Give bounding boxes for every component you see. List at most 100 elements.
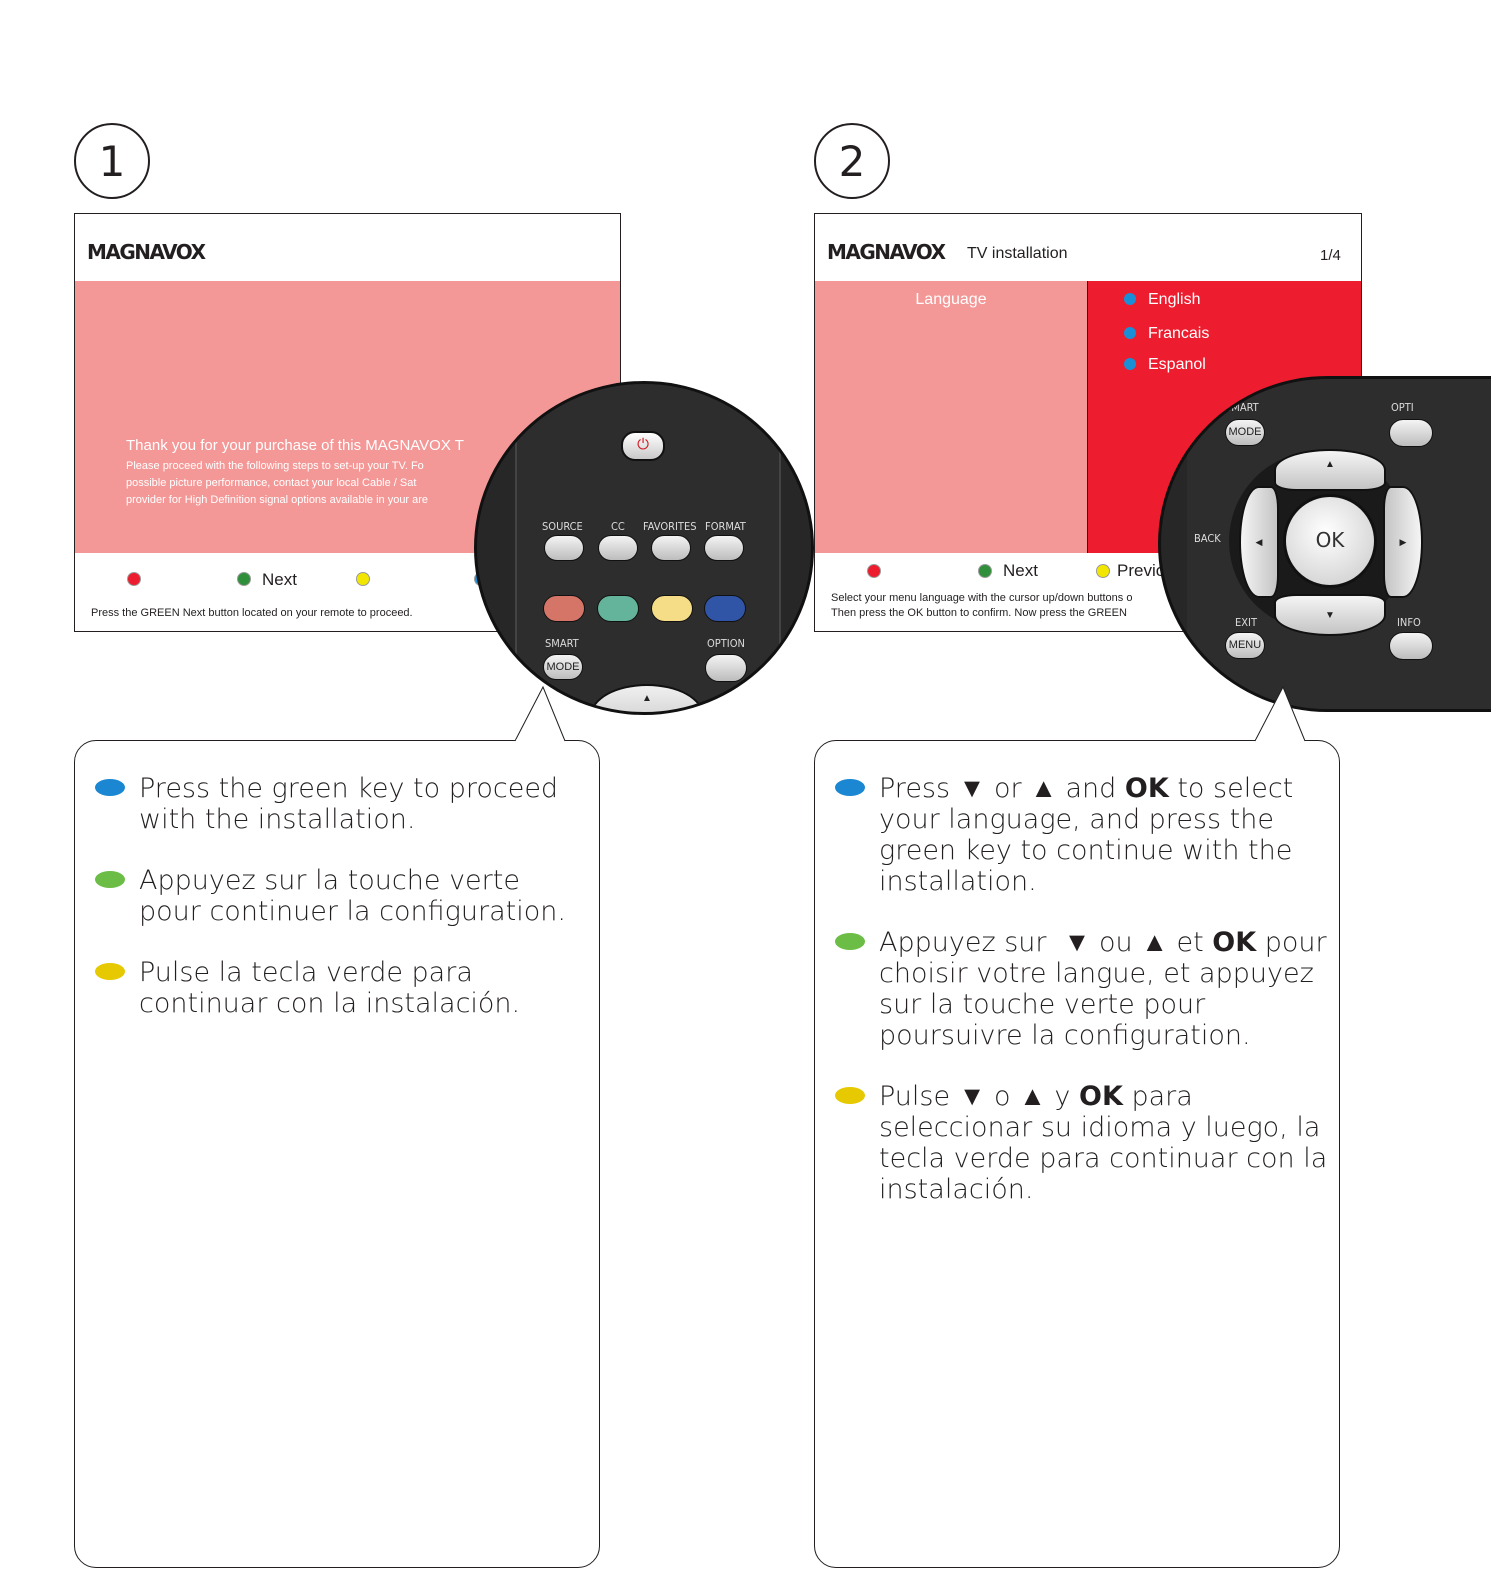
up-arrow-icon: ▲ bbox=[1141, 927, 1168, 958]
step-2-instructions-bubble: Press ▼ or ▲ and OK to select your langu… bbox=[814, 740, 1340, 1568]
step-2-hint: Select your menu language with the curso… bbox=[831, 591, 1132, 621]
text: or bbox=[985, 773, 1031, 804]
instruction-fr: Appuyez sur la touche verte pour continu… bbox=[75, 865, 585, 927]
instruction-en: Press ▼ or ▲ and OK to select your langu… bbox=[815, 773, 1339, 897]
instruction-es: Pulse ▼ o ▲ y OK para seleccionar su idi… bbox=[815, 1081, 1339, 1205]
instruction-text: Press the green key to proceed with the … bbox=[139, 773, 559, 835]
format-button[interactable] bbox=[704, 535, 744, 561]
format-label: FORMAT bbox=[705, 520, 746, 533]
option-espanol[interactable]: Espanol bbox=[1124, 356, 1206, 374]
power-button[interactable]: ⏻ bbox=[621, 431, 665, 461]
option-francais[interactable]: Francais bbox=[1124, 325, 1209, 343]
info-label: INFO bbox=[1397, 616, 1421, 629]
step-2-remote-zoom: SMART MODE OPTI BACK ▲ ▼ ◀ ▶ OK EXIT MEN… bbox=[1158, 376, 1491, 712]
next-label: Next bbox=[262, 570, 297, 589]
smart-mode-button[interactable]: MODE bbox=[543, 654, 583, 680]
welcome-title: Thank you for your purchase of this MAGN… bbox=[126, 437, 464, 454]
ok-key-label: OK bbox=[1212, 927, 1257, 958]
blue-button[interactable] bbox=[704, 595, 746, 622]
next-label: Next bbox=[1003, 561, 1038, 580]
option-label: Francais bbox=[1148, 325, 1210, 342]
instruction-text: Appuyez sur la touche verte pour continu… bbox=[139, 865, 566, 927]
source-button[interactable] bbox=[544, 535, 584, 561]
up-arrow-icon: ▲ bbox=[1019, 1081, 1046, 1112]
green-bullet-icon bbox=[95, 871, 125, 888]
text: o bbox=[985, 1081, 1020, 1112]
step-2-number: 2 bbox=[814, 123, 890, 199]
ok-button[interactable]: OK bbox=[1283, 494, 1377, 588]
magnavox-logo: MAGNAVOX bbox=[827, 240, 946, 264]
yellow-key-icon bbox=[1096, 564, 1110, 578]
info-button[interactable] bbox=[1389, 632, 1433, 660]
text: Pulse bbox=[879, 1081, 959, 1112]
cc-button[interactable] bbox=[598, 535, 638, 561]
green-bullet-icon bbox=[835, 933, 865, 950]
red-key-icon bbox=[127, 572, 141, 586]
text: et bbox=[1167, 927, 1213, 958]
green-key-icon bbox=[237, 572, 251, 586]
welcome-line: Please proceed with the following steps … bbox=[126, 460, 424, 472]
red-button[interactable] bbox=[543, 595, 585, 622]
down-arrow-icon: ▼ bbox=[958, 1081, 986, 1112]
welcome-line: possible picture performance, contact yo… bbox=[126, 477, 417, 489]
instruction-es: Pulse la tecla verde para continuar con … bbox=[75, 957, 585, 1019]
ok-key-label: OK bbox=[1079, 1081, 1123, 1112]
radio-icon bbox=[1124, 327, 1136, 339]
step-2-bubble-pointer bbox=[1254, 685, 1306, 742]
welcome-line: provider for High Definition signal opti… bbox=[126, 494, 429, 506]
instruction-text: Pulse la tecla verde para continuar con … bbox=[139, 957, 521, 1019]
step-1-remote-zoom: ⏻ SOURCE CC FAVORITES FORMAT SMART MODE … bbox=[474, 381, 814, 715]
option-button[interactable] bbox=[705, 654, 747, 682]
down-arrow-icon: ▼ bbox=[1063, 927, 1091, 958]
back-label: BACK bbox=[1194, 532, 1221, 545]
smart-label: SMART bbox=[545, 637, 579, 650]
blue-bullet-icon bbox=[95, 779, 125, 796]
instruction-fr: Appuyez sur ▼ ou ▲ et OK pour choisir vo… bbox=[815, 927, 1339, 1051]
option-english[interactable]: English bbox=[1124, 291, 1200, 309]
dpad-up-button[interactable]: ▲ bbox=[1274, 449, 1386, 491]
favorites-label: FAVORITES bbox=[643, 520, 697, 533]
instruction-en: Press the green key to proceed with the … bbox=[75, 773, 585, 835]
language-menu-panel: Language bbox=[815, 281, 1087, 553]
yellow-bullet-icon bbox=[95, 963, 125, 980]
option-button[interactable] bbox=[1389, 419, 1433, 447]
text: Press bbox=[879, 773, 959, 804]
hint-line: Then press the OK button to confirm. Now… bbox=[831, 607, 1127, 619]
red-key-icon bbox=[867, 564, 881, 578]
step-2-instruction-list: Press ▼ or ▲ and OK to select your langu… bbox=[815, 773, 1339, 1235]
option-label: OPTI bbox=[1391, 401, 1414, 414]
step-1-instruction-list: Press the green key to proceed with the … bbox=[75, 773, 585, 1049]
up-arrow-icon: ▲ bbox=[1030, 773, 1057, 804]
text: Appuyez sur bbox=[879, 927, 1064, 958]
source-label: SOURCE bbox=[542, 520, 583, 533]
smart-label: SMART bbox=[1225, 401, 1259, 414]
welcome-body: Please proceed with the following steps … bbox=[126, 458, 428, 509]
yellow-bullet-icon bbox=[835, 1087, 865, 1104]
language-label: Language bbox=[915, 291, 987, 308]
favorites-button[interactable] bbox=[651, 535, 691, 561]
text: y bbox=[1045, 1081, 1079, 1112]
down-arrow-icon: ▼ bbox=[958, 773, 986, 804]
yellow-button[interactable] bbox=[651, 595, 693, 622]
ok-key-label: OK bbox=[1124, 773, 1169, 804]
radio-icon bbox=[1124, 358, 1136, 370]
hint-line: Select your menu language with the curso… bbox=[831, 592, 1133, 604]
option-label: Espanol bbox=[1148, 356, 1206, 373]
blue-bullet-icon bbox=[835, 779, 865, 796]
page-indicator: 1/4 bbox=[1320, 247, 1341, 264]
green-button[interactable] bbox=[597, 595, 639, 622]
text: ou bbox=[1090, 927, 1142, 958]
text: and bbox=[1056, 773, 1125, 804]
option-label: OPTION bbox=[707, 637, 745, 650]
smart-mode-button[interactable]: MODE bbox=[1225, 419, 1265, 446]
option-label: English bbox=[1148, 291, 1201, 308]
dpad-left-button[interactable]: ◀ bbox=[1239, 486, 1279, 598]
green-key-icon bbox=[978, 564, 992, 578]
dpad-down-button[interactable]: ▼ bbox=[1274, 594, 1386, 636]
dpad-right-button[interactable]: ▶ bbox=[1383, 486, 1423, 598]
menu-button[interactable]: MENU bbox=[1225, 632, 1265, 659]
yellow-key-icon bbox=[356, 572, 370, 586]
screen-title: TV installation bbox=[967, 245, 1068, 262]
cc-label: CC bbox=[611, 520, 625, 533]
step-1-number: 1 bbox=[74, 123, 150, 199]
